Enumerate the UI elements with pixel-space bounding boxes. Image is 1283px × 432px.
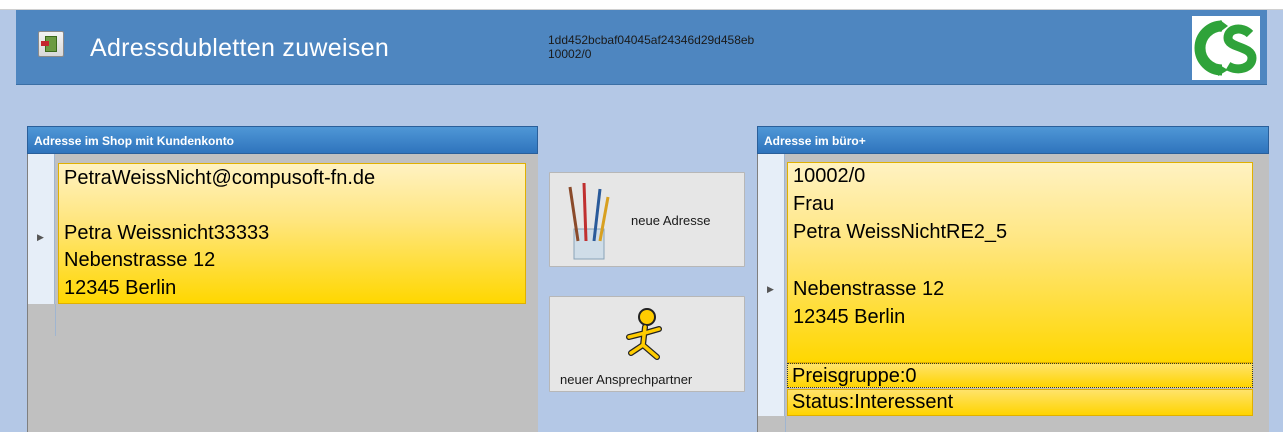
- left-city: 12345 Berlin: [64, 277, 177, 299]
- current-row-arrow-icon: ▶: [37, 232, 44, 242]
- cs-logo-icon: [1192, 16, 1260, 80]
- right-address-grid: ▶ 10002/0 Frau Petra WeissNichtRE2_5 Neb…: [757, 154, 1269, 432]
- new-contact-label: neuer Ansprechpartner: [560, 372, 693, 387]
- right-salutation: Frau: [793, 193, 835, 215]
- left-panel-header: Adresse im Shop mit Kundenkonto: [27, 126, 538, 154]
- left-email: PetraWeissNicht@compusoft-fn.de: [64, 167, 376, 189]
- new-address-button[interactable]: neue Adresse: [549, 172, 745, 267]
- left-row-header: [28, 154, 55, 304]
- left-address-grid: ▶ PetraWeissNicht@compusoft-fn.de Petra …: [27, 154, 538, 432]
- running-man-icon: [626, 308, 662, 360]
- right-address-cell[interactable]: 10002/0 Frau Petra WeissNichtRE2_5 Neben…: [787, 162, 1253, 363]
- exit-door-icon[interactable]: [38, 31, 64, 57]
- new-address-label: neue Adresse: [631, 213, 711, 228]
- right-panel-header: Adresse im büro+: [757, 126, 1269, 154]
- page-title: Adressdubletten zuweisen: [90, 34, 390, 62]
- new-contact-button[interactable]: neuer Ansprechpartner: [549, 296, 745, 392]
- left-street: Nebenstrasse 12: [64, 249, 216, 271]
- title-bar: Adressdubletten zuweisen 1dd452bcbaf0404…: [16, 10, 1267, 85]
- right-number: 10002/0: [793, 165, 866, 187]
- right-name: Petra WeissNichtRE2_5: [793, 221, 1008, 243]
- right-city: 12345 Berlin: [793, 306, 906, 328]
- record-ids: 1dd452bcbaf04045af24346d29d458eb 10002/0: [548, 33, 754, 61]
- left-address-cell[interactable]: PetraWeissNicht@compusoft-fn.de Petra We…: [58, 163, 526, 304]
- current-row-arrow-icon: ▶: [767, 284, 774, 294]
- record-number: 10002/0: [548, 47, 592, 61]
- price-group-cell[interactable]: Preisgruppe:0: [787, 363, 1253, 388]
- status-cell[interactable]: Status:Interessent: [787, 389, 1253, 416]
- paintbrush-icon: [568, 182, 610, 260]
- record-hash: 1dd452bcbaf04045af24346d29d458eb: [548, 33, 755, 47]
- right-street: Nebenstrasse 12: [793, 278, 945, 300]
- top-border: [0, 0, 1283, 10]
- left-name: Petra Weissnicht33333: [64, 222, 270, 244]
